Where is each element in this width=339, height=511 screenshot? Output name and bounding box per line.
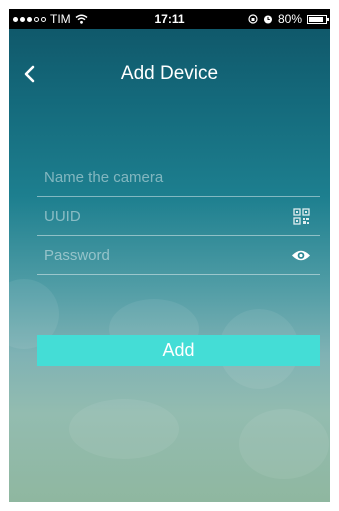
uuid-field [37, 197, 320, 236]
battery-percent: 80% [277, 12, 302, 26]
page-title: Add Device [120, 63, 219, 84]
camera-name-input[interactable] [37, 158, 284, 196]
battery-icon [307, 14, 329, 24]
eye-icon[interactable] [291, 249, 311, 262]
background-bokeh [239, 409, 329, 479]
add-button[interactable]: Add [37, 335, 320, 366]
camera-name-field [37, 158, 320, 197]
status-bar: TIM 17:11 80% [9, 9, 330, 29]
rotation-lock-icon [248, 14, 258, 24]
uuid-input[interactable] [37, 197, 284, 235]
status-bar-right: 80% [248, 12, 329, 26]
alarm-icon [263, 15, 272, 24]
background-bokeh [69, 399, 179, 459]
password-field [37, 236, 320, 275]
qr-code-icon[interactable] [293, 208, 310, 225]
password-input[interactable] [37, 236, 284, 274]
screen: TIM 17:11 80% Add Device Name the camera… [9, 9, 330, 502]
